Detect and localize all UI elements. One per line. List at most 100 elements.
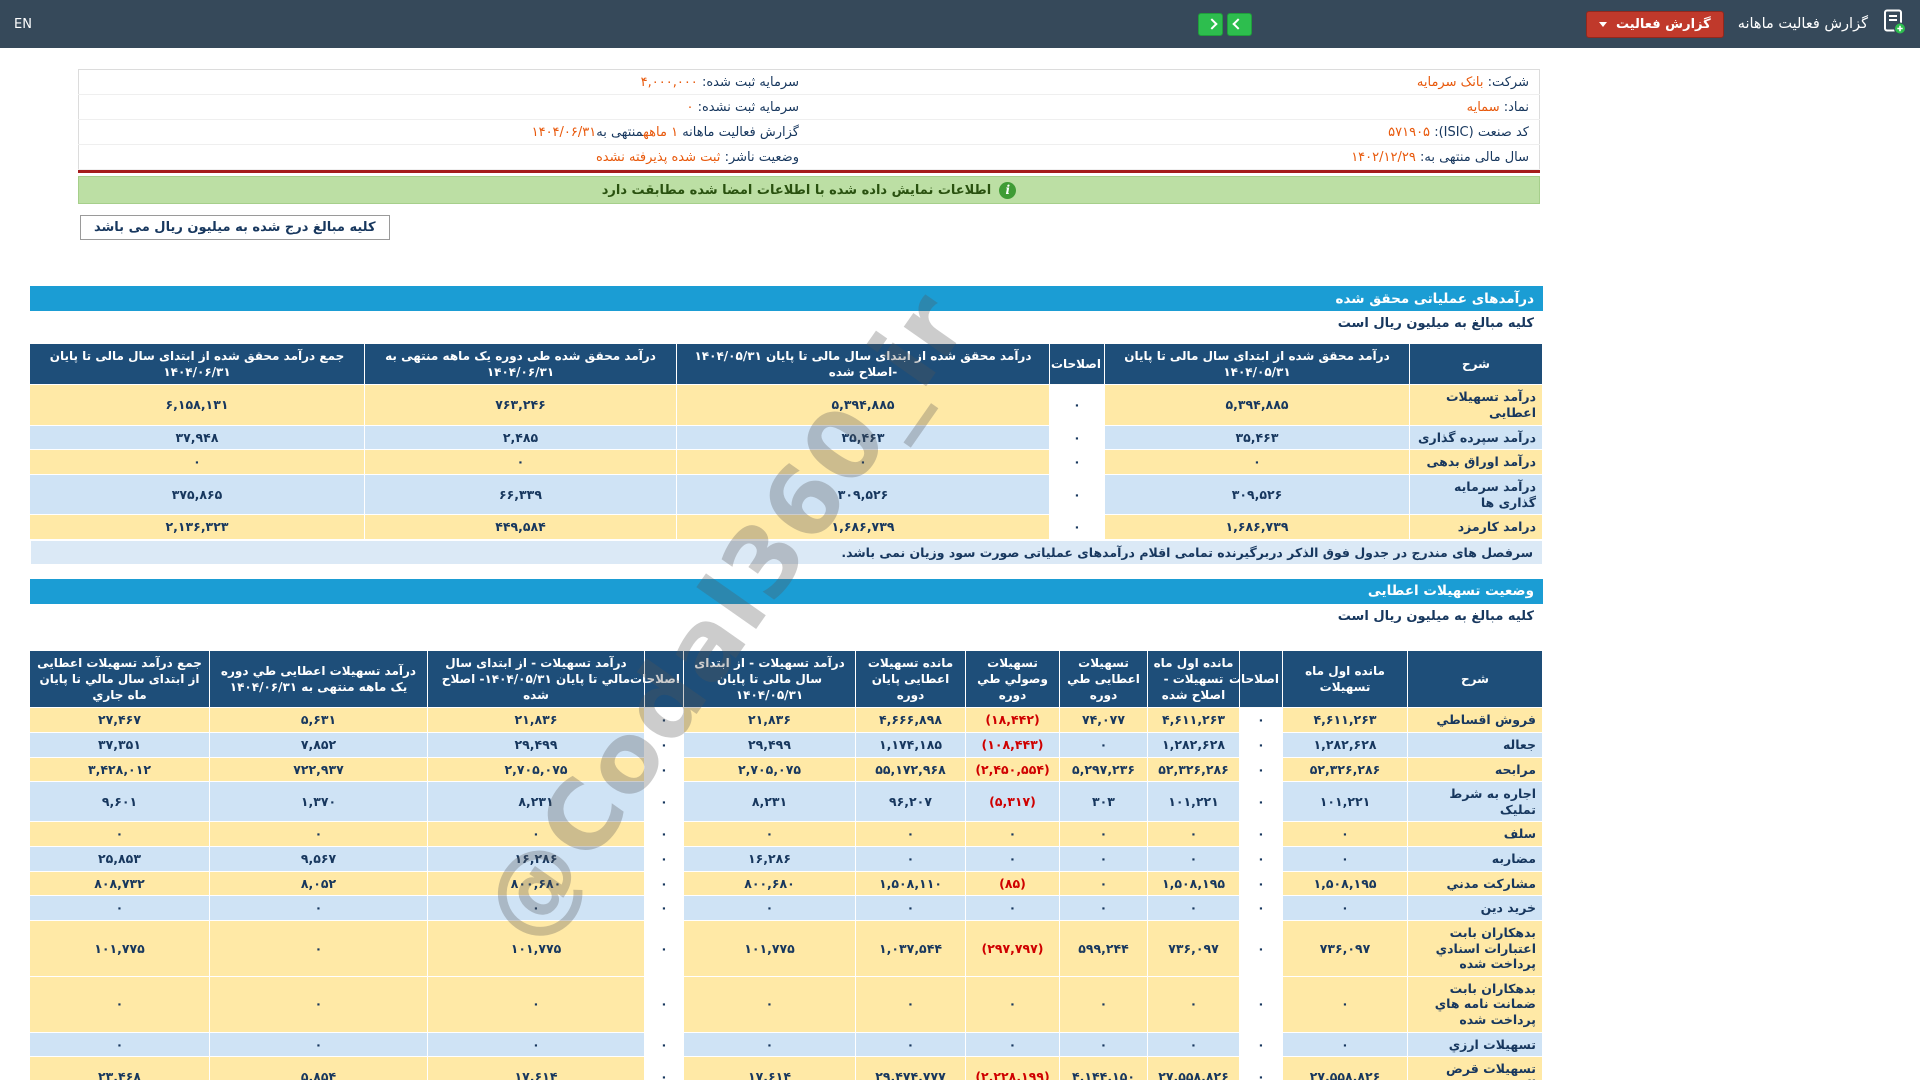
fiscal-year-value: ۱۴۰۲/۱۲/۲۹ bbox=[1351, 150, 1416, 165]
value-cell: ۰ bbox=[1050, 425, 1105, 450]
signature-notice-text: اطلاعات نمایش داده شده با اطلاعات امضا ش… bbox=[602, 183, 992, 198]
value-cell: ۰ bbox=[966, 1032, 1060, 1057]
value-cell: ۰ bbox=[428, 896, 645, 921]
value-cell: ۸,۲۳۱ bbox=[684, 782, 856, 822]
value-cell: (۲,۲۲۸,۱۹۹) bbox=[966, 1057, 1060, 1080]
table-row: بدهکاران بابت اعتبارات اسنادي پرداخت شده… bbox=[30, 920, 1543, 976]
value-cell: ۴,۱۴۴,۱۵۰ bbox=[1060, 1057, 1148, 1080]
red-divider bbox=[78, 170, 1540, 173]
value-cell: ۹,۵۶۷ bbox=[210, 847, 428, 872]
previous-period-button[interactable] bbox=[1198, 13, 1223, 36]
facilities-table: شرح مانده اول ماه تسهیلات اصلاحات مانده … bbox=[29, 650, 1543, 1080]
report-period-date: ۱۴۰۴/۰۶/۳۱ bbox=[532, 125, 597, 140]
value-cell: (۸۵) bbox=[966, 871, 1060, 896]
value-cell: ۹,۶۰۱ bbox=[30, 782, 210, 822]
table-row: نماد: سمایه سرمایه ثبت نشده: ۰ bbox=[79, 95, 1540, 120]
value-cell: ۷۳۶,۰۹۷ bbox=[1283, 920, 1408, 976]
value-cell: ۱,۳۷۰ bbox=[210, 782, 428, 822]
value-cell: ۰ bbox=[1060, 896, 1148, 921]
column-header: درآمد محقق شده از ابتدای سال مالی تا پای… bbox=[1105, 344, 1410, 385]
value-cell: ۰ bbox=[1240, 976, 1283, 1032]
row-label-cell: فروش اقساطي bbox=[1408, 708, 1543, 733]
topbar-right-group: گزارش فعالیت ماهانه گزارش فعالیت bbox=[1198, 9, 1906, 39]
column-header: شرح bbox=[1408, 650, 1543, 708]
value-cell: ۰ bbox=[1240, 896, 1283, 921]
table-row: بدهکاران بابت ضمانت نامه هاي پرداخت شده ۰… bbox=[30, 976, 1543, 1032]
table-header-row: شرح مانده اول ماه تسهیلات اصلاحات مانده … bbox=[30, 650, 1543, 708]
value-cell: ۰ bbox=[210, 920, 428, 976]
value-cell: ۱۷,۶۱۴ bbox=[428, 1057, 645, 1080]
value-cell: ۱,۶۸۶,۷۳۹ bbox=[1105, 515, 1410, 540]
symbol-label: نماد: bbox=[1504, 100, 1529, 115]
value-cell: ۰ bbox=[966, 822, 1060, 847]
value-cell: ۲۱,۸۳۶ bbox=[684, 708, 856, 733]
report-document-icon[interactable] bbox=[1882, 9, 1906, 39]
page-title: گزارش فعالیت ماهانه bbox=[1738, 16, 1868, 32]
row-label-cell: تسهیلات ارزي bbox=[1408, 1032, 1543, 1057]
value-cell: ۴,۶۶۶,۸۹۸ bbox=[856, 708, 966, 733]
table-row: جعاله۱,۲۸۲,۶۲۸۰۱,۲۸۲,۶۲۸۰(۱۰۸,۴۴۳)۱,۱۷۴,… bbox=[30, 732, 1543, 757]
isic-label: کد صنعت (ISIC): bbox=[1434, 125, 1529, 140]
value-cell: ۶۶,۳۳۹ bbox=[365, 474, 677, 514]
value-cell: (۲۹۷,۷۹۷) bbox=[966, 920, 1060, 976]
value-cell: ۰ bbox=[1050, 474, 1105, 514]
company-value: بانک سرمایه bbox=[1417, 75, 1484, 90]
row-label-cell: درآمد تسهیلات اعطایی bbox=[1410, 385, 1543, 425]
value-cell: ۱,۵۰۸,۱۱۰ bbox=[856, 871, 966, 896]
value-cell: ۲,۷۰۵,۰۷۵ bbox=[428, 757, 645, 782]
value-cell: ۴,۶۱۱,۲۶۳ bbox=[1283, 708, 1408, 733]
value-cell: ۸,۰۵۲ bbox=[210, 871, 428, 896]
value-cell: ۰ bbox=[30, 450, 365, 475]
value-cell: ۰ bbox=[645, 782, 684, 822]
value-cell: ۰ bbox=[1148, 976, 1240, 1032]
value-cell: ۰ bbox=[645, 822, 684, 847]
value-cell: ۰ bbox=[1050, 450, 1105, 475]
value-cell: ۱۰۱,۷۷۵ bbox=[30, 920, 210, 976]
value-cell: ۰ bbox=[645, 871, 684, 896]
next-period-button[interactable] bbox=[1227, 13, 1252, 36]
table-row: درآمد تسهیلات اعطایی۵,۳۹۴,۸۸۵۰۵,۳۹۴,۸۸۵۷… bbox=[30, 385, 1543, 425]
value-cell: ۴۴۹,۵۸۴ bbox=[365, 515, 677, 540]
row-label-cell: بدهکاران بابت ضمانت نامه هاي پرداخت شده bbox=[1408, 976, 1543, 1032]
value-cell: ۰ bbox=[1240, 757, 1283, 782]
column-header: مانده تسهیلات اعطایی پایان دوره bbox=[856, 650, 966, 708]
value-cell: ۰ bbox=[428, 976, 645, 1032]
fiscal-year-label: سال مالی منتهی به: bbox=[1420, 150, 1529, 165]
value-cell: ۸۰۰,۶۸۰ bbox=[428, 871, 645, 896]
column-header: مانده اول ماه تسهیلات - اصلاح شده bbox=[1148, 650, 1240, 708]
value-cell: ۳,۴۲۸,۰۱۲ bbox=[30, 757, 210, 782]
column-header: اصلاحات bbox=[1050, 344, 1105, 385]
unregistered-capital-cell: سرمایه ثبت نشده: ۰ bbox=[79, 95, 810, 120]
value-cell: ۰ bbox=[1148, 822, 1240, 847]
value-cell: ۵۲,۳۲۶,۲۸۶ bbox=[1283, 757, 1408, 782]
value-cell: ۸۰۰,۶۸۰ bbox=[684, 871, 856, 896]
language-toggle-en[interactable]: EN bbox=[14, 17, 32, 32]
value-cell: ۱,۵۰۸,۱۹۵ bbox=[1148, 871, 1240, 896]
value-cell: ۹۶,۲۰۷ bbox=[856, 782, 966, 822]
report-main: درآمدهای عملیاتی محقق شده کلیه مبالغ به … bbox=[30, 286, 1543, 1080]
value-cell: ۰ bbox=[1240, 822, 1283, 847]
value-cell: ۰ bbox=[677, 450, 1050, 475]
value-cell: ۳۷,۹۴۸ bbox=[30, 425, 365, 450]
value-cell: ۰ bbox=[1240, 782, 1283, 822]
value-cell: ۵۲,۳۲۶,۲۸۶ bbox=[1148, 757, 1240, 782]
table-row: سلف۰۰۰۰۰۰۰۰۰۰۰ bbox=[30, 822, 1543, 847]
unit-note-line: کلیه مبالغ به میلیون ریال است bbox=[30, 311, 1543, 335]
value-cell: ۰ bbox=[1240, 708, 1283, 733]
value-cell: ۰ bbox=[30, 822, 210, 847]
table-row: شرکت: بانک سرمایه سرمایه ثبت شده: ۴,۰۰۰,… bbox=[79, 70, 1540, 95]
column-header: درآمد تسهیلات - از ابتدای سال مالي تا پا… bbox=[428, 650, 645, 708]
value-cell: ۰ bbox=[30, 896, 210, 921]
value-cell: (۵,۳۱۷) bbox=[966, 782, 1060, 822]
row-label-cell: جعاله bbox=[1408, 732, 1543, 757]
row-label-cell: درآمد اوراق بدهی bbox=[1410, 450, 1543, 475]
table-row: اجاره به شرط تملیک۱۰۱,۲۲۱۰۱۰۱,۲۲۱۳۰۳(۵,۳… bbox=[30, 782, 1543, 822]
report-period-label: گزارش فعالیت ماهانه bbox=[682, 125, 799, 140]
registered-capital-value: ۴,۰۰۰,۰۰۰ bbox=[641, 75, 698, 90]
value-cell: ۵,۳۹۴,۸۸۵ bbox=[677, 385, 1050, 425]
value-cell: ۰ bbox=[1283, 1032, 1408, 1057]
value-cell: ۳۷,۳۵۱ bbox=[30, 732, 210, 757]
report-type-dropdown[interactable]: گزارش فعالیت bbox=[1586, 11, 1724, 38]
value-cell: ۳۰۹,۵۲۶ bbox=[677, 474, 1050, 514]
column-header: جمع درآمد محقق شده از ابتدای سال مالی تا… bbox=[30, 344, 365, 385]
